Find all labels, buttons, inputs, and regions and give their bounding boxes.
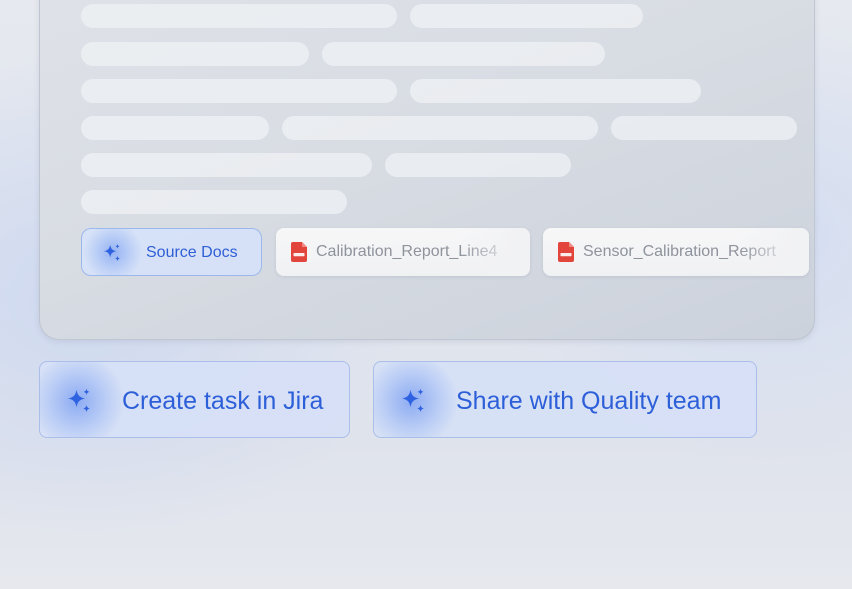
placeholder-line	[282, 116, 598, 140]
share-quality-team-label: Share with Quality team	[456, 387, 722, 415]
create-jira-task-label: Create task in Jira	[122, 387, 324, 415]
share-quality-team-button[interactable]: Share with Quality team	[373, 361, 757, 438]
document-chip[interactable]: Sensor_Calibration_Report	[543, 228, 809, 276]
placeholder-line	[81, 4, 397, 28]
placeholder-line	[611, 116, 797, 140]
placeholder-line	[410, 4, 643, 28]
pdf-file-icon	[291, 242, 307, 262]
text-fade	[739, 228, 809, 276]
placeholder-line	[81, 153, 372, 177]
sparkle-icon	[67, 388, 91, 413]
pdf-file-icon	[558, 242, 574, 262]
sparkle-icon	[401, 388, 425, 413]
document-chip[interactable]: Calibration_Report_Line4	[276, 228, 530, 276]
sparkle-icon	[103, 243, 121, 262]
placeholder-line	[81, 79, 397, 103]
placeholder-line	[410, 79, 701, 103]
placeholder-line	[81, 190, 347, 214]
placeholder-line	[81, 42, 309, 66]
placeholder-line	[81, 116, 269, 140]
placeholder-line	[322, 42, 605, 66]
text-fade	[460, 228, 530, 276]
source-docs-chip[interactable]: Source Docs	[81, 228, 262, 276]
create-jira-task-button[interactable]: Create task in Jira	[39, 361, 350, 438]
source-docs-label: Source Docs	[146, 244, 238, 261]
response-card: Source Docs Calibration_Report_Line4 Sen…	[39, 0, 815, 340]
placeholder-line	[385, 153, 571, 177]
